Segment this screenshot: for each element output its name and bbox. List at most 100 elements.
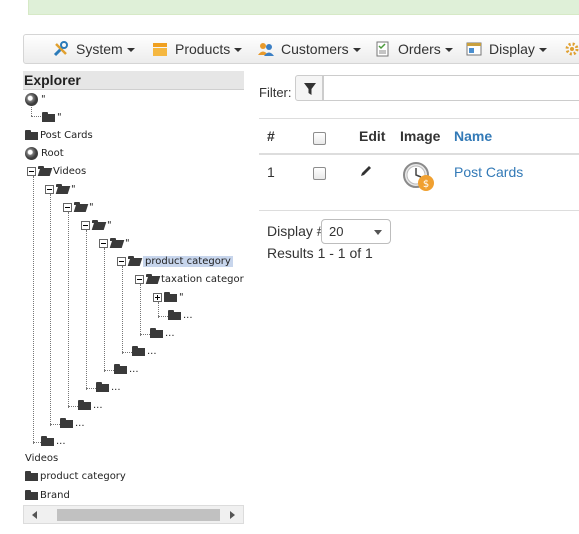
explorer-panel: Explorer " " Post Cards Root Videos " " … — [23, 71, 244, 527]
folder-open-icon — [74, 202, 87, 212]
tree-node-more[interactable]: ... — [78, 398, 103, 412]
tree-node-brand[interactable]: Brand — [25, 488, 70, 502]
menu-display-label: Display — [489, 41, 535, 57]
collapse-icon[interactable] — [27, 166, 36, 176]
orders-checklist-icon — [375, 41, 391, 57]
folder-open-icon — [128, 256, 141, 266]
pencil-icon[interactable] — [359, 163, 373, 182]
tree-node-root[interactable]: Root — [25, 146, 64, 160]
tree-node[interactable]: " — [42, 110, 62, 124]
folder-icon — [150, 328, 163, 338]
folder-icon — [25, 471, 38, 481]
display-window-icon — [466, 41, 482, 57]
chevron-down-icon — [538, 48, 547, 52]
menu-orders[interactable]: Orders — [375, 35, 453, 63]
row-num: 1 — [267, 164, 275, 180]
collapse-icon[interactable] — [99, 238, 108, 248]
folder-open-icon — [92, 220, 105, 230]
explorer-horizontal-scrollbar[interactable] — [23, 505, 244, 524]
row-name-link[interactable]: Post Cards — [454, 164, 523, 180]
scroll-right-icon[interactable] — [230, 511, 235, 519]
chevron-down-icon — [126, 48, 135, 52]
folder-open-icon — [110, 238, 123, 248]
collapse-icon[interactable] — [45, 184, 54, 194]
folder-open-icon — [146, 274, 159, 284]
filter-input[interactable] — [323, 75, 579, 101]
row-checkbox[interactable] — [313, 167, 326, 180]
tree-node-root-globe[interactable]: " — [25, 92, 46, 106]
menu-system[interactable]: System — [53, 35, 135, 63]
menu-products[interactable]: Products — [152, 35, 243, 63]
folder-icon — [41, 436, 54, 446]
menu-customers[interactable]: Customers — [258, 35, 361, 63]
per-page-value: 20 — [329, 224, 344, 239]
tree-node-videos[interactable]: Videos — [27, 164, 86, 178]
folder-icon — [78, 400, 91, 410]
tree-node-more[interactable]: ... — [41, 434, 66, 448]
filter-button[interactable] — [295, 75, 323, 101]
tree-node-more[interactable]: ... — [150, 326, 175, 340]
globe-icon — [25, 146, 38, 160]
tree-node-selected-label: product category — [143, 255, 233, 267]
folder-icon — [60, 418, 73, 428]
column-header-name[interactable]: Name — [454, 128, 492, 144]
folder-icon — [168, 310, 181, 320]
category-tree: " " Post Cards Root Videos " " " " produ… — [23, 90, 244, 514]
scroll-left-icon[interactable] — [32, 511, 37, 519]
scrollbar-thumb[interactable] — [57, 509, 220, 521]
menu-display[interactable]: Display — [466, 35, 547, 63]
folder-icon — [114, 364, 127, 374]
tree-node[interactable]: " — [45, 182, 76, 196]
tree-node-product-category-footer[interactable]: product category — [25, 469, 126, 483]
tree-node-more[interactable]: ... — [60, 416, 85, 430]
funnel-icon — [304, 83, 316, 95]
table-header-divider — [259, 153, 579, 155]
tree-node-post-cards[interactable]: Post Cards — [25, 128, 93, 142]
menu-products-label: Products — [175, 41, 231, 57]
chevron-down-icon — [444, 48, 453, 52]
products-box-icon — [152, 41, 168, 57]
tree-node-more[interactable]: ... — [114, 362, 139, 376]
collapse-icon[interactable] — [117, 256, 126, 266]
folder-icon — [25, 130, 38, 140]
gear-icon — [564, 41, 579, 57]
folder-icon — [96, 382, 109, 392]
customers-users-icon — [258, 41, 274, 57]
select-all-checkbox[interactable] — [313, 132, 326, 145]
menu-customers-label: Customers — [281, 41, 349, 57]
tree-node-videos-footer[interactable]: Videos — [25, 451, 58, 465]
folder-open-icon — [38, 166, 51, 176]
filter-label: Filter: — [259, 85, 292, 100]
menu-more[interactable] — [564, 35, 579, 63]
explorer-title: Explorer — [23, 71, 244, 90]
tree-node-more[interactable]: ... — [96, 380, 121, 394]
collapse-icon[interactable] — [81, 220, 90, 230]
tree-node[interactable]: " — [153, 290, 184, 304]
tree-node[interactable]: " — [63, 200, 94, 214]
collapse-icon[interactable] — [135, 274, 144, 284]
folder-open-icon — [56, 184, 69, 194]
globe-icon — [25, 92, 38, 106]
status-banner — [28, 0, 579, 15]
tree-node[interactable]: " — [99, 236, 130, 250]
per-page-select[interactable]: 20 — [321, 219, 391, 244]
column-header-num: # — [267, 128, 275, 144]
menu-system-label: System — [76, 41, 123, 57]
folder-icon — [132, 346, 145, 356]
folder-icon — [25, 490, 38, 500]
column-header-edit: Edit — [359, 128, 386, 144]
tree-node[interactable]: " — [81, 218, 112, 232]
svg-text:$: $ — [423, 179, 429, 190]
table-top-divider — [259, 118, 579, 119]
collapse-icon[interactable] — [63, 202, 72, 212]
results-summary: Results 1 - 1 of 1 — [267, 245, 373, 261]
tree-node-more[interactable]: ... — [132, 344, 157, 358]
wrench-screwdriver-icon — [53, 41, 69, 57]
tree-node-taxation-category[interactable]: taxation category — [135, 272, 244, 286]
folder-icon — [42, 112, 55, 122]
tree-node-product-category[interactable]: product category — [117, 254, 233, 268]
folder-icon — [164, 292, 177, 302]
expand-icon[interactable] — [153, 292, 162, 302]
chevron-down-icon — [352, 48, 361, 52]
tree-node-more[interactable]: ... — [168, 308, 193, 322]
